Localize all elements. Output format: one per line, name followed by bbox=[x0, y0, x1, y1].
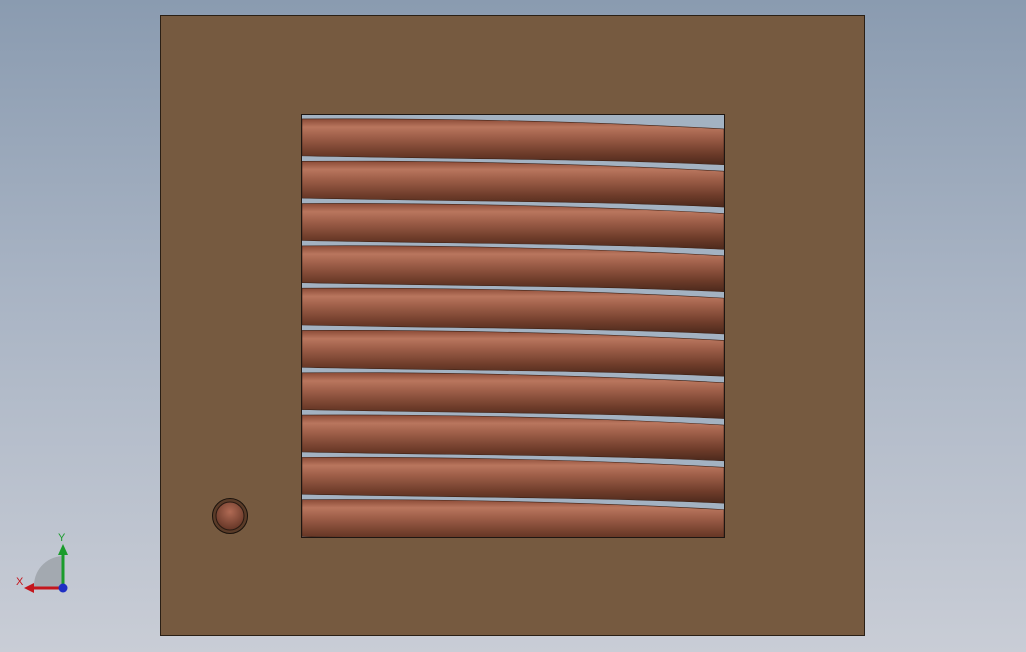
cad-viewport[interactable]: Y X bbox=[0, 0, 1026, 652]
coil-turn bbox=[302, 499, 724, 537]
y-axis-label: Y bbox=[58, 532, 66, 544]
coil-turn bbox=[302, 160, 724, 208]
coil-turn bbox=[302, 245, 724, 292]
coil-window-cutout bbox=[301, 114, 725, 538]
coil-turn bbox=[302, 118, 724, 166]
coil-turn bbox=[302, 203, 724, 250]
axis-triad: Y X bbox=[12, 530, 76, 596]
x-axis-label: X bbox=[16, 576, 24, 588]
coil-turn bbox=[302, 287, 724, 335]
coil-turn bbox=[302, 330, 724, 377]
copper-coil bbox=[302, 118, 724, 537]
coil-turn bbox=[302, 372, 724, 419]
mounting-hole bbox=[212, 498, 248, 534]
coil-turn bbox=[302, 414, 724, 462]
coil-turn bbox=[302, 456, 724, 504]
